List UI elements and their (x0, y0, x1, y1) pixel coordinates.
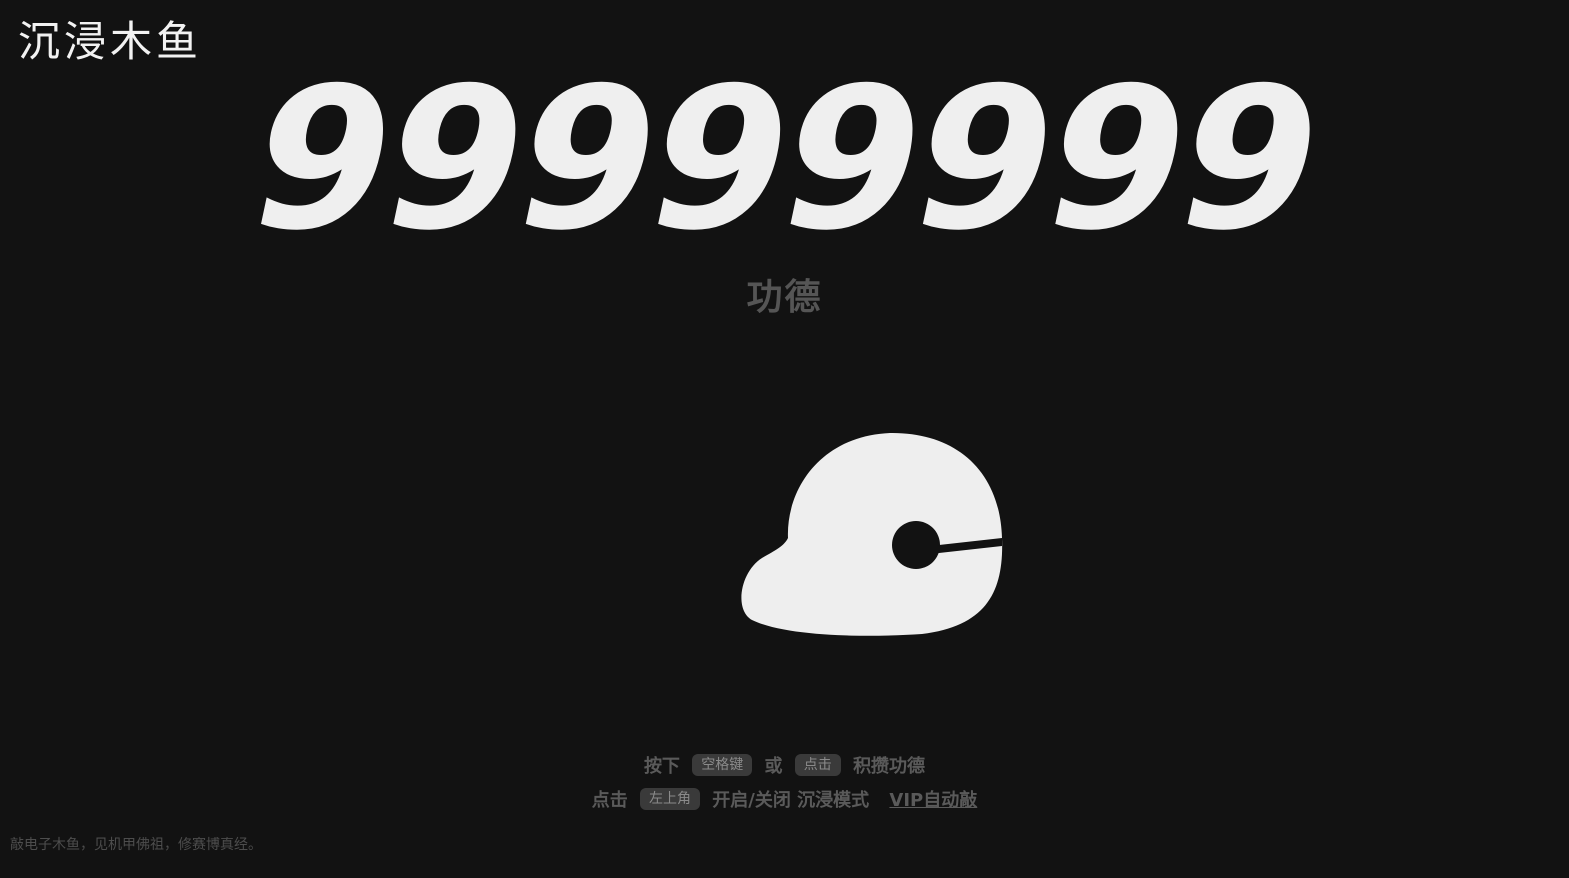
instruction-prefix: 按下 (643, 756, 680, 777)
footer-tagline: 敲电子木鱼，见机甲佛祖，修赛博真经。 (10, 837, 262, 853)
app-root: 沉浸木鱼 99999999 功德 按下 空格键 或 点击 积攒功德 点击 左上角… (0, 0, 1569, 878)
wooden-fish-body[interactable] (741, 432, 1003, 636)
wooden-fish-icon[interactable] (740, 430, 1004, 636)
instruction-line-2: 点击 左上角 开启/关闭 沉浸模式 VIP自动敲 (0, 786, 1569, 812)
space-key-badge: 空格键 (692, 754, 753, 776)
wooden-fish-hole (892, 521, 940, 569)
vip-auto-tap-link[interactable]: VIP自动敲 (889, 786, 977, 812)
merit-label: 功德 (746, 276, 823, 318)
immersive-toggle-text: 开启/关闭 沉浸模式 (712, 790, 870, 811)
site-title[interactable]: 沉浸木鱼 (18, 8, 202, 69)
top-left-key-badge: 左上角 (640, 788, 701, 810)
merit-counter: 99999999 (230, 46, 1339, 274)
instruction-or: 或 (764, 756, 783, 777)
instruction-prefix-2: 点击 (591, 790, 628, 811)
instruction-line-1: 按下 空格键 或 点击 积攒功德 (0, 752, 1569, 778)
instruction-suffix: 积攒功德 (853, 756, 926, 777)
click-key-badge: 点击 (794, 754, 841, 776)
